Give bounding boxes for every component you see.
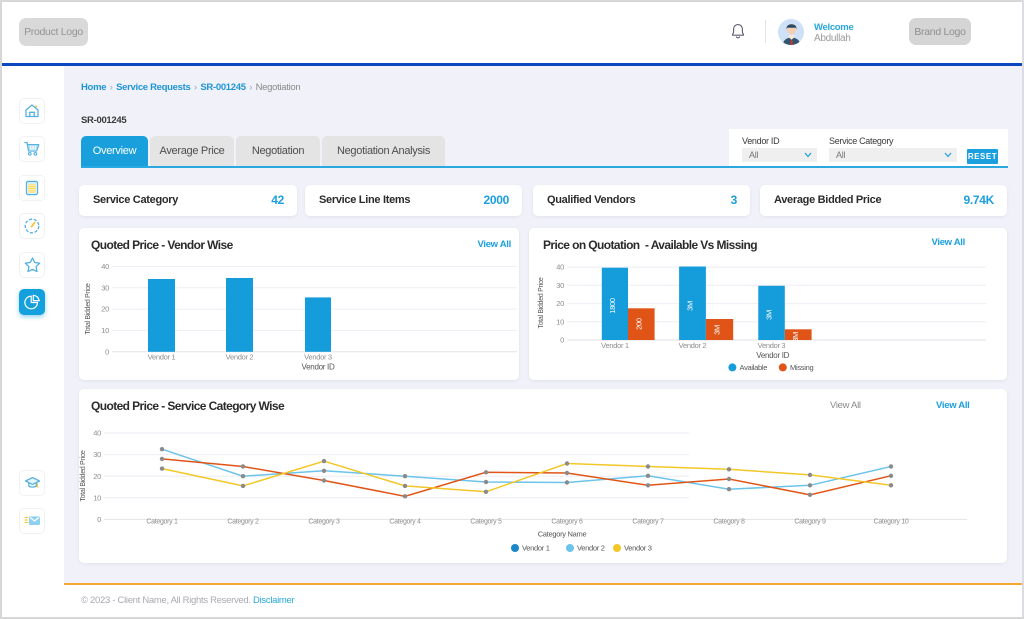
svg-text:Category 5: Category 5: [470, 519, 502, 526]
svg-text:Total Bidded Price: Total Bidded Price: [85, 283, 92, 334]
svg-text:Vendor ID: Vendor ID: [756, 351, 789, 360]
svg-text:0: 0: [560, 336, 564, 345]
svg-text:3M: 3M: [686, 301, 695, 311]
svg-text:Vendor 2: Vendor 2: [226, 353, 254, 362]
svg-text:3M: 3M: [713, 325, 722, 335]
svg-text:0: 0: [97, 515, 101, 524]
svg-text:20: 20: [556, 299, 564, 308]
svg-text:200: 200: [635, 318, 644, 330]
svg-text:Vendor 1: Vendor 1: [601, 341, 629, 350]
svg-text:3M: 3M: [765, 310, 774, 320]
svg-text:Vendor 1: Vendor 1: [148, 353, 176, 362]
svg-text:40: 40: [556, 263, 564, 272]
svg-text:Category 6: Category 6: [551, 519, 583, 526]
svg-text:Vendor 1: Vendor 1: [522, 544, 550, 553]
svg-text:30: 30: [93, 450, 101, 459]
svg-text:40: 40: [101, 262, 109, 271]
svg-text:Category 2: Category 2: [227, 519, 259, 526]
svg-text:0: 0: [105, 347, 109, 356]
svg-text:20: 20: [93, 472, 101, 481]
svg-text:10: 10: [101, 326, 109, 335]
svg-text:Vendor 3: Vendor 3: [304, 353, 332, 362]
svg-text:20: 20: [101, 305, 109, 314]
svg-text:3M: 3M: [791, 332, 800, 342]
svg-text:30: 30: [101, 283, 109, 292]
svg-text:30: 30: [556, 281, 564, 290]
svg-text:Total Bidded Price: Total Bidded Price: [538, 277, 545, 328]
svg-text:Total Bidded Price: Total Bidded Price: [80, 450, 87, 501]
svg-text:Vendor ID: Vendor ID: [302, 363, 335, 372]
svg-text:Vendor 2: Vendor 2: [679, 341, 707, 350]
svg-text:Available: Available: [740, 363, 768, 372]
svg-text:Vendor 3: Vendor 3: [624, 544, 652, 553]
svg-text:Vendor 3: Vendor 3: [758, 341, 786, 350]
svg-text:Category 7: Category 7: [632, 519, 664, 526]
svg-text:10: 10: [93, 493, 101, 502]
svg-text:Category 8: Category 8: [713, 519, 745, 526]
svg-text:Vendor 2: Vendor 2: [577, 544, 605, 553]
svg-text:Missing: Missing: [790, 363, 813, 372]
svg-text:10: 10: [556, 317, 564, 326]
svg-text:40: 40: [93, 429, 101, 438]
svg-text:Category 1: Category 1: [146, 519, 178, 526]
svg-text:Category 3: Category 3: [308, 519, 340, 526]
svg-text:Category 10: Category 10: [874, 519, 909, 526]
svg-text:Category 9: Category 9: [794, 519, 826, 526]
svg-text:Category 4: Category 4: [389, 519, 421, 526]
svg-text:1800: 1800: [608, 298, 617, 314]
svg-text:Category Name: Category Name: [538, 530, 587, 539]
